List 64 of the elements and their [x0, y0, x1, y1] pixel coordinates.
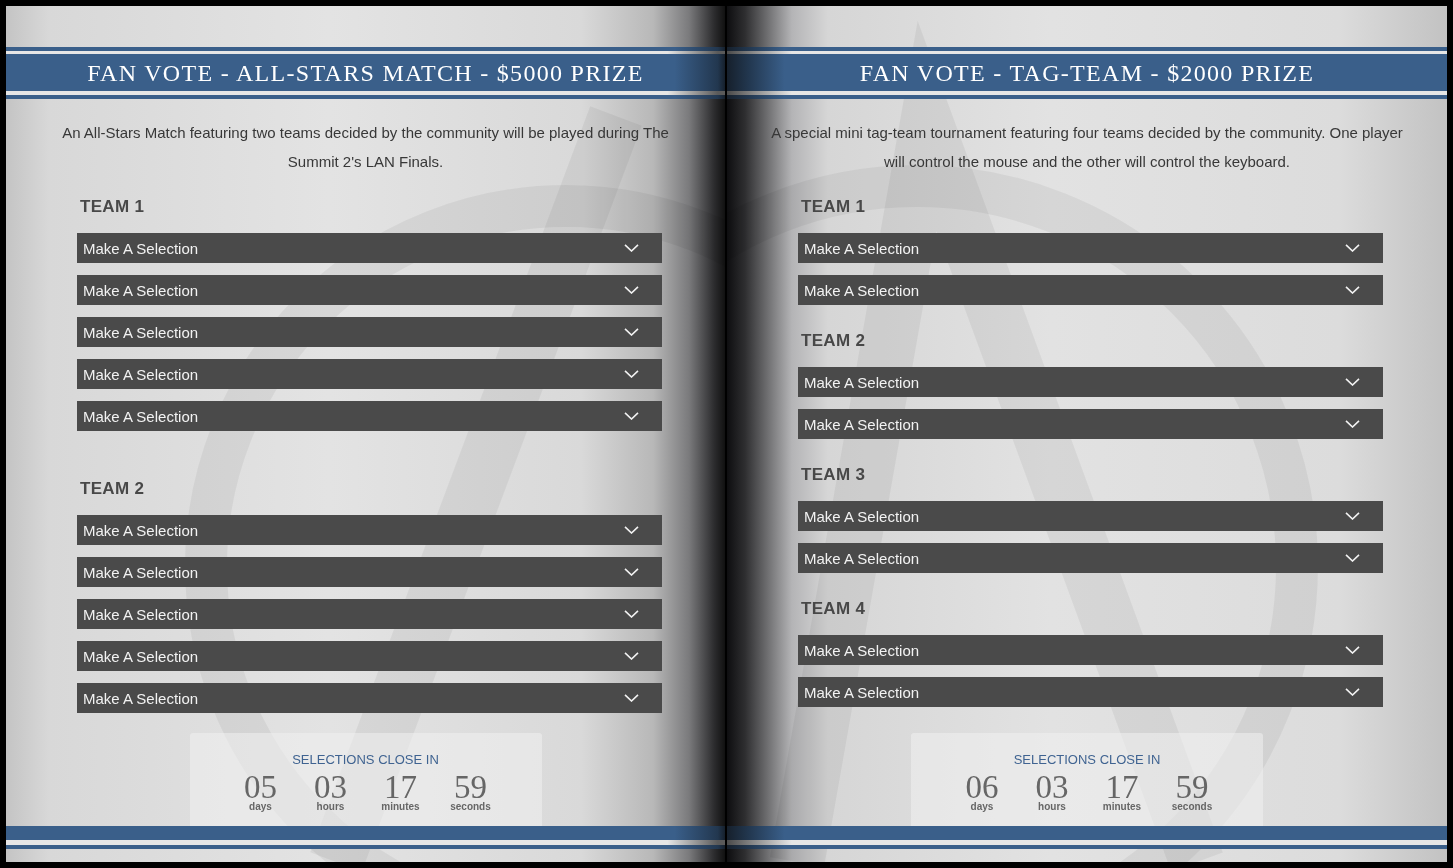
countdown-unit-label: seconds	[450, 801, 491, 813]
chevron-down-icon	[1345, 244, 1360, 252]
countdown-unit-label: days	[249, 801, 272, 813]
countdown-value: 03	[314, 773, 347, 801]
chevron-down-icon	[1345, 646, 1360, 654]
player-dropdown[interactable]: Make A Selection	[798, 501, 1383, 531]
chevron-down-icon	[624, 412, 639, 420]
countdown-value: 05	[244, 773, 277, 801]
chevron-down-icon	[624, 244, 639, 252]
player-dropdown[interactable]: Make A Selection	[77, 641, 662, 671]
chevron-down-icon	[1345, 554, 1360, 562]
countdown-unit-label: days	[970, 801, 994, 813]
team-heading: TEAM 1	[801, 197, 867, 217]
chevron-down-icon	[624, 568, 639, 576]
countdown-value: 17	[1105, 773, 1139, 801]
countdown-unit-label: hours	[316, 801, 345, 813]
player-dropdown[interactable]: Make A Selection	[798, 367, 1383, 397]
chevron-down-icon	[1345, 420, 1360, 428]
chevron-down-icon	[1345, 286, 1360, 294]
countdown-unit-label: minutes	[1102, 801, 1142, 813]
chevron-down-icon	[624, 328, 639, 336]
countdown-heading: SELECTIONS CLOSE IN	[292, 752, 439, 768]
chevron-down-icon	[624, 694, 639, 702]
countdown-unit-label: minutes	[381, 801, 420, 813]
team-heading: TEAM 2	[801, 331, 867, 351]
player-dropdown[interactable]: Make A Selection	[77, 275, 662, 305]
player-dropdown[interactable]: Make A Selection	[77, 599, 662, 629]
player-dropdown[interactable]: Make A Selection	[77, 401, 662, 431]
chevron-down-icon	[624, 526, 639, 534]
player-dropdown[interactable]: Make A Selection	[798, 635, 1383, 665]
vote-description: An All-Stars Match featuring two teams decided by the community will be played during The Summit 2's LAN Finals.	[61, 123, 670, 172]
player-dropdown[interactable]: Make A Selection	[77, 317, 662, 347]
countdown-unit-label: hours	[1038, 801, 1066, 813]
chevron-down-icon	[624, 652, 639, 660]
countdown-value: 59	[454, 773, 487, 801]
team-heading: TEAM 3	[801, 465, 867, 485]
player-dropdown[interactable]: Make A Selection	[77, 359, 662, 389]
countdown-value: 03	[1035, 773, 1069, 801]
team-heading: TEAM 4	[801, 599, 867, 619]
player-dropdown[interactable]: Make A Selection	[77, 233, 662, 263]
team-heading: TEAM 2	[80, 479, 146, 499]
vote-title: FAN VOTE - TAG-TEAM - $2000 PRIZE	[859, 58, 1315, 88]
player-dropdown[interactable]: Make A Selection	[798, 677, 1383, 707]
chevron-down-icon	[624, 286, 639, 294]
countdown-value: 59	[1175, 773, 1209, 801]
team-heading: TEAM 1	[80, 197, 146, 217]
vote-title: FAN VOTE - ALL-STARS MATCH - $5000 PRIZE	[87, 58, 644, 88]
vote-description: A special mini tag-team tournament featuring four teams decided by the community. One player will control the mouse and the other will control the keyboard.	[770, 123, 1404, 172]
chevron-down-icon	[1345, 512, 1360, 520]
countdown-value: 06	[965, 773, 999, 801]
player-dropdown[interactable]: Make A Selection	[77, 683, 662, 713]
countdown-value: 17	[384, 773, 417, 801]
chevron-down-icon	[624, 370, 639, 378]
countdown-heading: SELECTIONS CLOSE IN	[1013, 752, 1161, 768]
chevron-down-icon	[1345, 378, 1360, 386]
chevron-down-icon	[1345, 688, 1360, 696]
player-dropdown[interactable]: Make A Selection	[77, 557, 662, 587]
player-dropdown[interactable]: Make A Selection	[798, 543, 1383, 573]
countdown-unit-label: seconds	[1171, 801, 1213, 813]
player-dropdown[interactable]: Make A Selection	[798, 409, 1383, 439]
player-dropdown[interactable]: Make A Selection	[798, 275, 1383, 305]
player-dropdown[interactable]: Make A Selection	[798, 233, 1383, 263]
player-dropdown[interactable]: Make A Selection	[77, 515, 662, 545]
chevron-down-icon	[624, 610, 639, 618]
